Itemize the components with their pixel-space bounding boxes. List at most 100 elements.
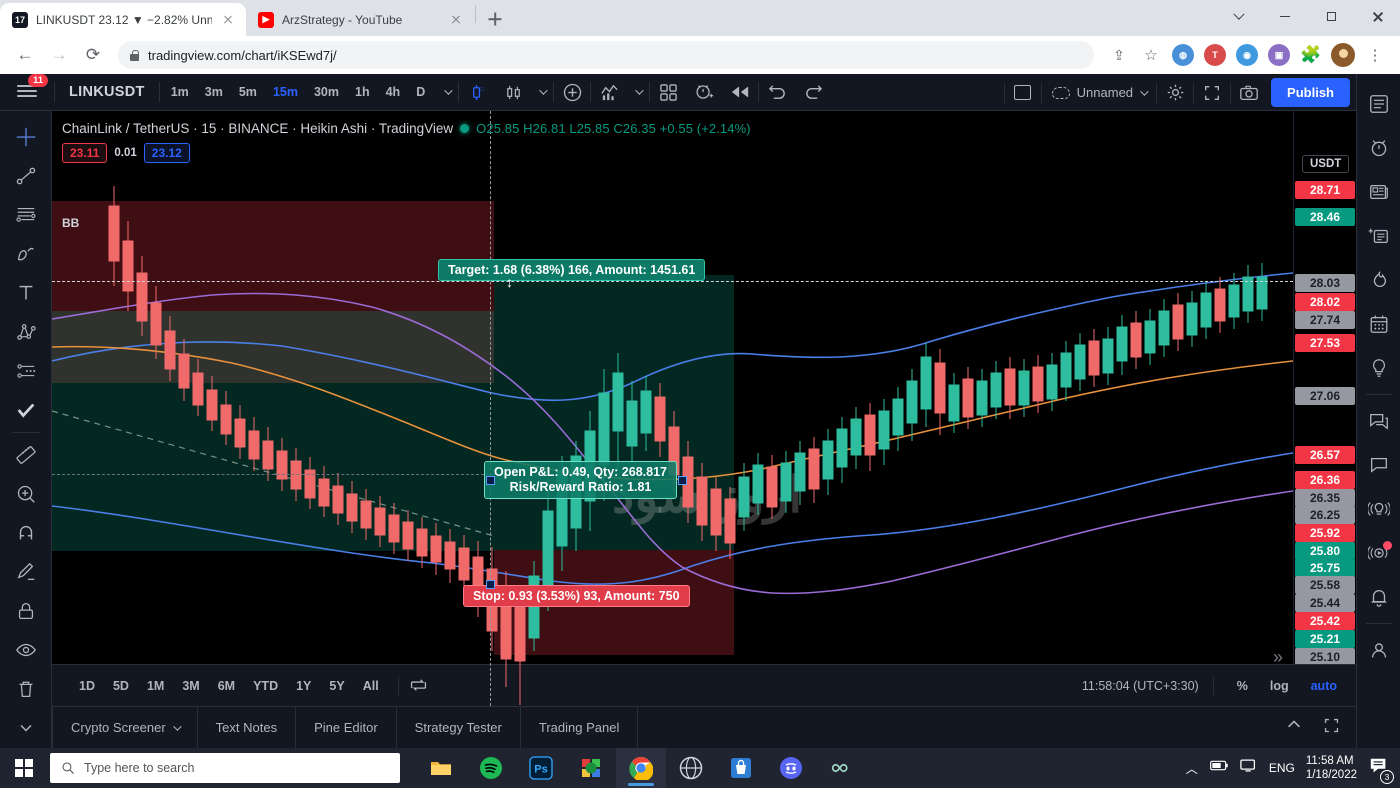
extension-icon-2[interactable]: T [1200,40,1230,70]
publish-button[interactable]: Publish [1271,78,1350,107]
news-icon[interactable] [1359,170,1399,214]
stay-in-drawing-mode-icon[interactable] [6,553,46,592]
browser-tab-tradingview[interactable]: 17 LINKUSDT 23.12 ▼ −2.82% Unna [0,3,246,36]
brush-icon[interactable] [6,234,46,273]
minimize-button[interactable] [1262,0,1308,33]
maximize-panel-icon[interactable] [1317,717,1346,739]
interval-30m[interactable]: 30m [306,78,347,106]
data-window-icon[interactable] [1359,214,1399,258]
extension-icon-3[interactable]: ◉ [1232,40,1262,70]
chrome-menu-icon[interactable]: ⋮ [1360,40,1390,70]
text-icon[interactable] [6,273,46,312]
position-handle-left[interactable] [486,476,495,485]
tab-search-button[interactable] [1216,0,1262,33]
forecast-icon[interactable] [6,351,46,390]
bookmark-star-icon[interactable]: ☆ [1136,40,1166,70]
watchlist-icon[interactable] [1359,82,1399,126]
broadcast-icon[interactable] [1359,487,1399,531]
main-menu-button[interactable]: 11 [0,73,54,111]
scale-auto-button[interactable]: auto [1302,674,1346,698]
user-settings-icon[interactable] [1359,628,1399,672]
store-icon[interactable] [716,748,766,788]
ruler-measure-icon[interactable] [6,436,46,475]
close-window-button[interactable] [1354,0,1400,33]
zoom-in-icon[interactable] [6,475,46,514]
avatar[interactable] [1328,40,1358,70]
reload-icon[interactable]: ⟳ [78,40,108,70]
ideas-lightbulb-icon[interactable] [1359,346,1399,390]
kmplayer-icon[interactable] [566,748,616,788]
tab-trading-panel[interactable]: Trading Panel [521,706,639,749]
gear-icon[interactable] [1157,74,1193,111]
checkmark-icon[interactable] [6,390,46,429]
legend-title[interactable]: ChainLink / TetherUS · 15 · BINANCE · He… [62,121,453,136]
private-chat-icon[interactable] [1359,443,1399,487]
chart-type-bars-icon[interactable] [495,74,531,111]
target-label[interactable]: Target: 1.68 (6.38%) 166, Amount: 1451.6… [438,259,706,281]
interval-dropdown-chevron-icon[interactable] [436,74,458,111]
language-indicator[interactable]: ENG [1269,761,1295,775]
alerts-clock-icon[interactable] [1359,126,1399,170]
tab-pine-editor[interactable]: Pine Editor [296,706,397,749]
network-icon[interactable] [1240,758,1258,778]
close-icon[interactable] [220,12,236,28]
infinity-icon[interactable] [816,748,866,788]
calendar-icon[interactable] [1359,302,1399,346]
alert-clock-icon[interactable] [686,74,722,111]
interval-d[interactable]: D [408,78,433,106]
browser-icon[interactable] [666,748,716,788]
lock-drawings-icon[interactable] [6,592,46,631]
chart-container[interactable]: اروز سود ChainLink / TetherUS · 15 · BIN… [52,111,1356,748]
camera-icon[interactable] [1231,74,1267,111]
cursor-crosshair-icon[interactable] [6,117,46,156]
share-icon[interactable]: ⇪ [1104,40,1134,70]
spotify-icon[interactable] [466,748,516,788]
clock[interactable]: 11:58 AM 1/18/2022 [1306,754,1357,783]
magnet-icon[interactable] [6,514,46,553]
extension-icon-4[interactable]: ▣ [1264,40,1294,70]
file-explorer-icon[interactable] [416,748,466,788]
bb-indicator-label[interactable]: BB [62,216,79,230]
notifications-icon[interactable]: 3 [1368,756,1394,784]
maximize-button[interactable] [1308,0,1354,33]
photoshop-icon[interactable]: Ps [516,748,566,788]
browser-tab-youtube[interactable]: ▶ ArzStrategy - YouTube [246,3,474,36]
select-layout-icon[interactable] [1005,74,1041,111]
expand-toolbar-icon[interactable] [6,709,46,748]
trend-line-icon[interactable] [6,156,46,195]
show-hidden-icons-chevron-icon[interactable]: ︿ [1186,760,1198,777]
back-icon[interactable]: ← [10,40,40,70]
tab-text-notes[interactable]: Text Notes [198,706,297,749]
interval-5m[interactable]: 5m [231,78,265,106]
stop-label[interactable]: Stop: 0.93 (3.53%) 93, Amount: 750 [463,585,690,607]
extension-icon-1[interactable]: ◍ [1168,40,1198,70]
tab-crypto-screener[interactable]: Crypto Screener [52,706,198,749]
position-handle-right[interactable] [678,476,687,485]
tab-strategy-tester[interactable]: Strategy Tester [397,706,521,749]
fullscreen-icon[interactable] [1194,74,1230,111]
close-icon[interactable] [448,12,464,28]
start-button[interactable] [0,748,48,788]
public-chats-icon[interactable] [1359,399,1399,443]
collapse-panel-icon[interactable] [1275,716,1313,739]
fib-retracement-icon[interactable] [6,195,46,234]
layout-name-button[interactable]: Unnamed [1042,85,1156,100]
extensions-puzzle-icon[interactable]: 🧩 [1296,40,1326,70]
chart-type-candles-icon[interactable]: □ [459,74,495,111]
chart-type-dropdown-chevron-icon[interactable] [531,74,553,111]
replay-rewind-icon[interactable] [722,74,758,111]
hotlist-flame-icon[interactable] [1359,258,1399,302]
redo-icon[interactable] [795,74,831,111]
chrome-icon[interactable] [616,748,666,788]
indicators-icon[interactable] [591,74,627,111]
streams-icon[interactable] [1359,531,1399,575]
interval-4h[interactable]: 4h [378,78,409,106]
symbol-button[interactable]: LINKUSDT [55,84,159,100]
address-bar[interactable]: tradingview.com/chart/iKSEwd7j/ [118,41,1094,69]
undo-icon[interactable] [759,74,795,111]
interval-3m[interactable]: 3m [197,78,231,106]
expand-chart-icon[interactable]: » [1273,647,1283,668]
add-indicator-icon[interactable] [554,74,590,111]
discord-icon[interactable] [766,748,816,788]
layouts-grid-icon[interactable] [650,74,686,111]
